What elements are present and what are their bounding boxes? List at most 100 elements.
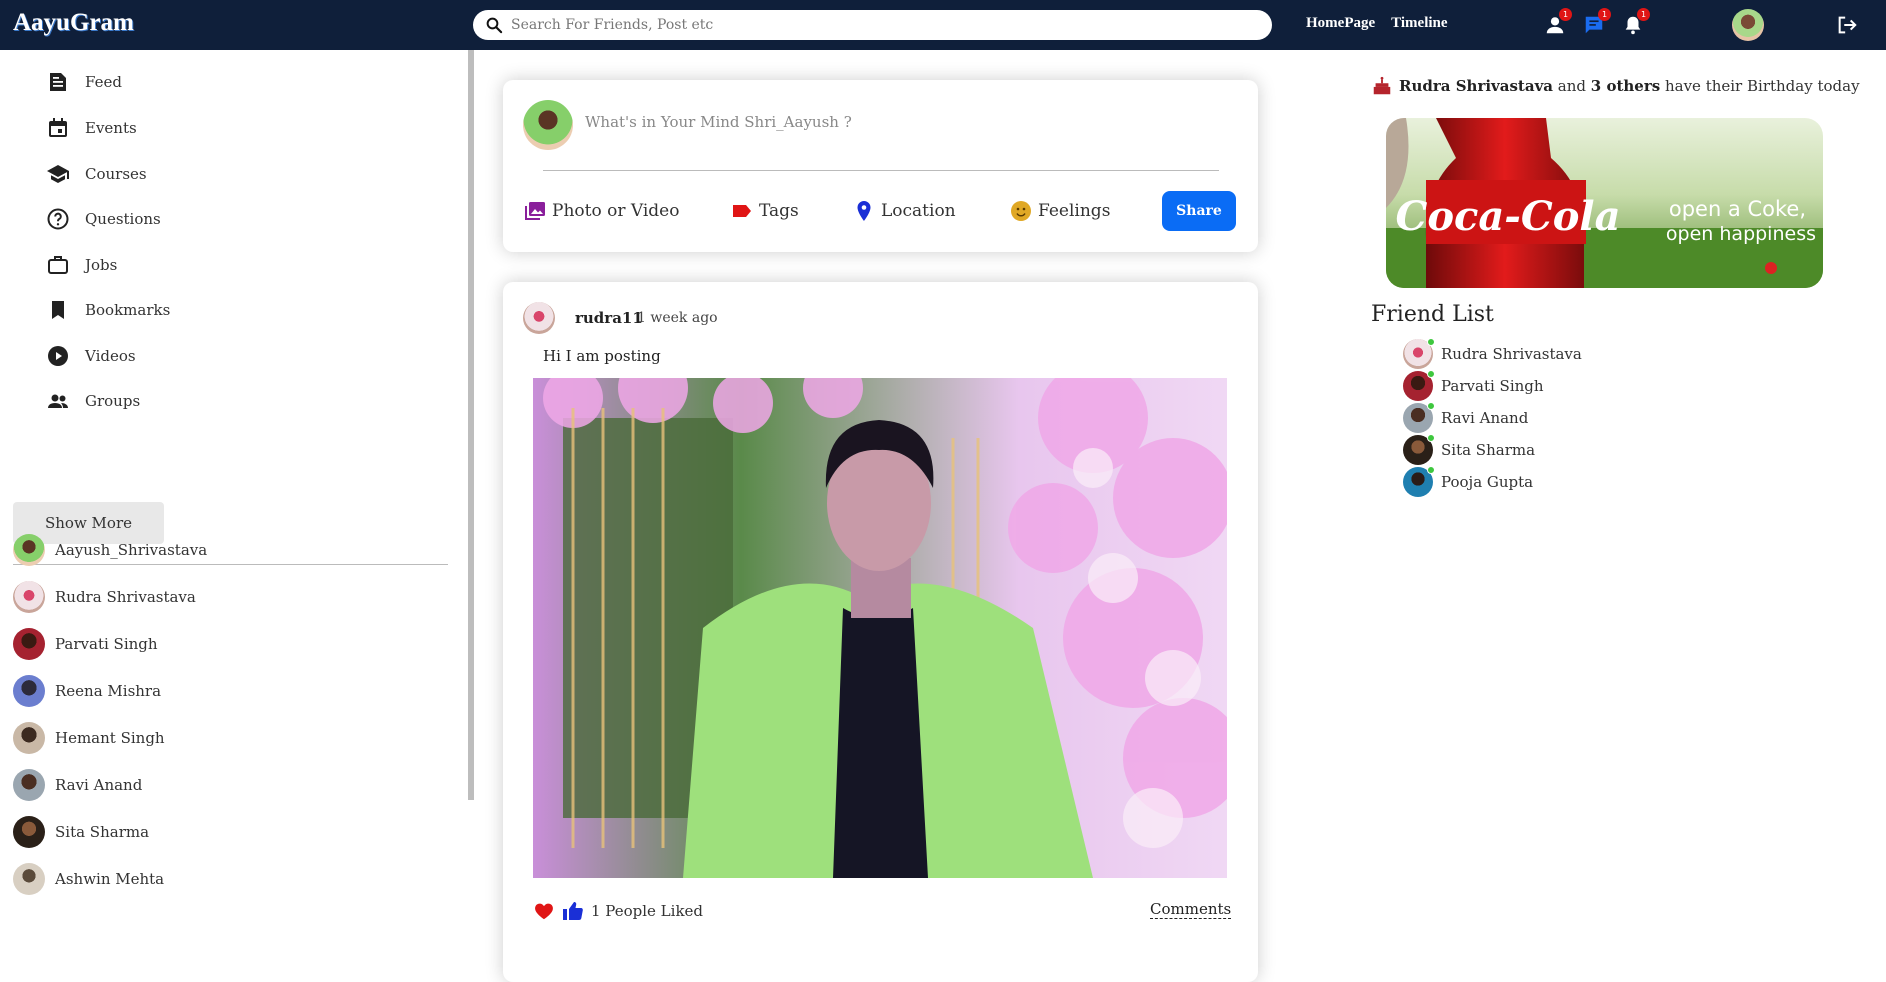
online-friend[interactable]: Rudra Shrivastava xyxy=(1403,338,1582,369)
friends-badge: 1 xyxy=(1559,8,1572,21)
tags-option[interactable]: Tags xyxy=(730,199,799,223)
sidebar-item-feed[interactable]: Feed xyxy=(46,70,122,94)
online-indicator xyxy=(1427,434,1435,442)
sidebar-item-bookmarks[interactable]: Bookmarks xyxy=(46,298,170,322)
post-image[interactable] xyxy=(533,378,1227,878)
sidebar-friend[interactable]: Ravi Anand xyxy=(13,769,142,801)
post-reactions: 1 People Liked xyxy=(533,899,703,923)
messages-badge: 1 xyxy=(1598,8,1611,21)
school-icon xyxy=(47,165,69,183)
sidebar-item-courses[interactable]: Courses xyxy=(46,162,147,186)
label-icon xyxy=(733,205,751,217)
friend-name: Rudra Shrivastava xyxy=(55,588,196,606)
avatar xyxy=(13,675,45,707)
option-label: Feelings xyxy=(1038,201,1111,221)
logout-icon xyxy=(1838,16,1857,34)
online-friend[interactable]: Parvati Singh xyxy=(1403,370,1544,401)
cake-icon xyxy=(1373,76,1391,95)
sidebar-item-groups[interactable]: Groups xyxy=(46,389,140,413)
photo-library-icon xyxy=(525,202,545,220)
profile-avatar[interactable] xyxy=(1732,9,1764,41)
friend-name: Pooja Gupta xyxy=(1441,473,1534,491)
advertisement-banner[interactable]: open a Coke, open happiness Coca-Cola xyxy=(1386,118,1823,288)
nav-timeline-link[interactable]: Timeline xyxy=(1391,15,1447,32)
sidebar-item-jobs[interactable]: Jobs xyxy=(46,253,117,277)
sidebar-friend[interactable]: Hemant Singh xyxy=(13,722,165,754)
briefcase-icon xyxy=(48,256,68,274)
birthday-tail: have their Birthday today xyxy=(1664,77,1860,95)
nav-homepage-link[interactable]: HomePage xyxy=(1306,15,1375,32)
friend-name: Sita Sharma xyxy=(55,823,150,841)
search-bar[interactable] xyxy=(473,10,1272,40)
birthday-others: 3 others xyxy=(1590,77,1661,95)
logout-button[interactable] xyxy=(1836,14,1858,36)
avatar xyxy=(523,100,573,150)
likes-count: 1 People Liked xyxy=(591,902,704,920)
online-friend[interactable]: Sita Sharma xyxy=(1403,434,1536,465)
emoji-icon xyxy=(1011,201,1031,221)
sidebar-scrollbar[interactable] xyxy=(468,50,474,800)
notifications-button[interactable]: 1 xyxy=(1622,8,1650,36)
coca-cola-ad: open a Coke, open happiness Coca-Cola xyxy=(1386,118,1823,288)
share-button[interactable]: Share xyxy=(1162,191,1236,231)
birthday-notice: Rudra Shrivastava and 3 others have thei… xyxy=(1371,75,1860,97)
avatar xyxy=(1403,370,1435,401)
comments-link[interactable]: Comments xyxy=(1150,900,1232,919)
sidebar-friend[interactable]: Sita Sharma xyxy=(13,816,149,848)
avatar xyxy=(13,722,45,754)
sidebar-friend[interactable]: Reena Mishra xyxy=(13,675,161,707)
avatar xyxy=(13,816,45,848)
share-input[interactable] xyxy=(585,113,1185,131)
online-friend[interactable]: Pooja Gupta xyxy=(1403,466,1534,497)
sidebar-item-label: Videos xyxy=(85,347,136,365)
search-input[interactable] xyxy=(511,17,1211,33)
feed-icon xyxy=(50,73,66,91)
avatar xyxy=(13,769,45,801)
sidebar-item-label: Courses xyxy=(85,165,147,183)
avatar xyxy=(1403,434,1435,465)
online-friend[interactable]: Ravi Anand xyxy=(1403,402,1528,433)
avatar[interactable] xyxy=(523,302,555,334)
sidebar-friend[interactable]: Rudra Shrivastava xyxy=(13,581,196,613)
thumbs-up-icon[interactable] xyxy=(561,899,585,923)
sidebar-item-events[interactable]: Events xyxy=(46,116,137,140)
friend-name: Ashwin Mehta xyxy=(55,870,165,888)
online-indicator xyxy=(1427,402,1435,410)
avatar xyxy=(1403,338,1435,369)
friend-name: Reena Mishra xyxy=(55,682,162,700)
heart-icon[interactable] xyxy=(533,900,555,922)
friend-requests-button[interactable]: 1 xyxy=(1544,8,1572,36)
birthday-name: Rudra Shrivastava xyxy=(1399,77,1554,95)
feelings-option[interactable]: Feelings xyxy=(1009,199,1110,223)
messages-button[interactable]: 1 xyxy=(1583,8,1611,36)
friend-name: Sita Sharma xyxy=(1441,441,1536,459)
birthday-and: and xyxy=(1557,77,1587,95)
top-nav: HomePage Timeline xyxy=(1306,15,1448,32)
top-bar: AayuGram HomePage Timeline 1 1 1 xyxy=(0,0,1886,50)
post-username[interactable]: rudra11 xyxy=(575,309,643,327)
ad-slogan-2: open happiness xyxy=(1666,223,1816,245)
sidebar-item-videos[interactable]: Videos xyxy=(46,344,136,368)
friend-name: Hemant Singh xyxy=(55,729,165,747)
sidebar-item-questions[interactable]: Questions xyxy=(46,207,161,231)
friend-name: Parvati Singh xyxy=(1441,377,1544,395)
option-label: Tags xyxy=(759,201,799,221)
calendar-icon xyxy=(49,118,67,137)
post-card: rudra11 1 week ago Hi I am posting 1 Peo… xyxy=(503,282,1258,982)
help-icon xyxy=(47,208,69,230)
location-option[interactable]: Location xyxy=(852,199,956,223)
sidebar-friend[interactable]: Ashwin Mehta xyxy=(13,863,164,895)
online-indicator xyxy=(1427,370,1435,378)
sidebar-friend[interactable]: Aayush_Shrivastava xyxy=(13,534,207,566)
option-label: Photo or Video xyxy=(552,201,680,221)
photo-video-option[interactable]: Photo or Video xyxy=(523,199,679,223)
share-divider xyxy=(543,170,1219,171)
sidebar-item-label: Jobs xyxy=(85,256,118,274)
share-card: Photo or Video Tags Location Feelings Sh… xyxy=(503,80,1258,252)
sidebar-item-label: Questions xyxy=(85,210,161,228)
location-pin-icon xyxy=(857,201,871,221)
app-logo[interactable]: AayuGram xyxy=(13,9,134,37)
sidebar-item-label: Events xyxy=(85,119,137,137)
sidebar-friend[interactable]: Parvati Singh xyxy=(13,628,158,660)
avatar xyxy=(13,863,45,895)
